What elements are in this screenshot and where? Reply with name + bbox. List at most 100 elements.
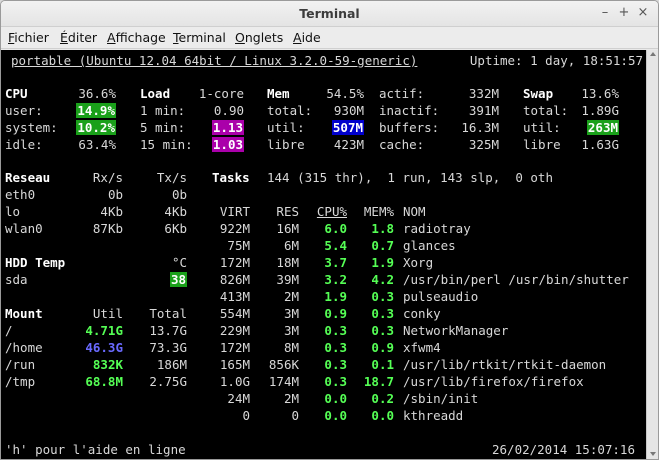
net-iface-name: eth0: [5, 187, 36, 202]
swap-total-value: 1.89G: [581, 103, 619, 118]
proc-mem: 18.7: [363, 374, 394, 389]
hdd-temp-unit: °C: [171, 255, 187, 270]
mem-total-value: 930M: [333, 103, 364, 118]
menu-editer[interactable]: Éditer: [60, 30, 97, 45]
proc-mem: 0.7: [371, 238, 394, 253]
cpu-idle-label: idle:: [5, 137, 43, 152]
cpu-total: 36.6%: [78, 86, 116, 101]
tasks-summary: 144 (315 thr), 1 run, 143 slp, 0 oth: [267, 170, 553, 185]
proc-name: /usr/bin/perl /usr/bin/shutter: [403, 272, 629, 287]
swap-util-label: util:: [523, 120, 561, 135]
proc-cpu: 1.9: [324, 289, 347, 304]
proc-mem: 1.8: [371, 221, 394, 236]
cpu-user-label: user:: [5, 103, 43, 118]
mem-percent: 54.5%: [326, 86, 364, 101]
proc-mem: 0.0: [371, 408, 394, 423]
proc-virt: 554M: [219, 306, 250, 321]
scroll-down-icon[interactable]: [650, 452, 656, 456]
mem-inactif-label: inactif:: [379, 103, 440, 118]
proc-name: /usr/lib/rtkit/rtkit-daemon: [403, 357, 607, 372]
net-iface-rx: 4Kb: [100, 204, 123, 219]
menu-bar: Fichier Éditer Affichage Terminal Onglet…: [1, 27, 658, 49]
load-15min-label: 15 min:: [140, 137, 193, 152]
cpu-label: CPU: [5, 86, 28, 101]
proc-mem: 0.3: [371, 306, 394, 321]
minimize-icon[interactable]: –: [597, 5, 613, 21]
menu-aide[interactable]: Aide: [293, 30, 321, 45]
mount-total: 2.75G: [149, 374, 187, 389]
maximize-icon[interactable]: +: [616, 5, 632, 21]
mount-total: 73.3G: [149, 340, 187, 355]
proc-header-virt: VIRT: [219, 204, 250, 219]
proc-virt: 24M: [227, 391, 250, 406]
proc-header-mem[interactable]: MEM%: [364, 204, 394, 220]
mount-util: 46.3G: [85, 340, 123, 355]
mount-total: 13.7G: [149, 323, 187, 338]
scroll-up-icon[interactable]: [650, 52, 656, 56]
menu-onglets[interactable]: Onglets: [235, 30, 283, 45]
menu-affichage[interactable]: Affichage: [107, 30, 166, 45]
proc-cpu: 0.3: [324, 357, 347, 372]
proc-cpu: 0.3: [324, 323, 347, 338]
proc-virt: 172M: [219, 340, 250, 355]
mem-libre-label: libre: [267, 137, 305, 152]
mount-total-header: Total: [149, 306, 187, 321]
cpu-idle-value: 63.4%: [78, 137, 116, 152]
proc-virt: 826M: [219, 272, 250, 287]
proc-mem: 1.9: [371, 255, 394, 270]
proc-cpu: 0.3: [324, 340, 347, 355]
menu-terminal[interactable]: Terminal: [173, 30, 226, 45]
proc-virt: 165M: [219, 357, 250, 372]
menu-fichier[interactable]: Fichier: [8, 30, 49, 45]
proc-cpu: 5.4: [324, 238, 347, 253]
proc-mem: 4.2: [371, 272, 394, 287]
proc-res: 18M: [276, 255, 299, 270]
mem-util-label: util:: [267, 120, 305, 135]
proc-virt: 413M: [219, 289, 250, 304]
swap-label: Swap: [523, 86, 554, 101]
proc-name: /sbin/init: [403, 391, 479, 406]
mem-actif-label: actif:: [379, 86, 425, 101]
network-rx-header: Rx/s: [92, 170, 123, 185]
proc-header-cpu[interactable]: CPU%: [317, 204, 347, 220]
hdd-temp-label: HDD Temp: [5, 255, 66, 270]
network-label: Reseau: [5, 170, 51, 185]
terminal-screen[interactable]: portable (Ubuntu 12.04 64bit / Linux 3.2…: [1, 50, 646, 459]
proc-name: /usr/lib/firefox/firefox: [403, 374, 584, 389]
swap-total-label: total:: [523, 103, 569, 118]
proc-cpu: 6.0: [324, 221, 347, 236]
swap-percent: 13.6%: [581, 86, 619, 101]
mount-path: /: [5, 323, 13, 338]
net-iface-name: lo: [5, 204, 21, 219]
mem-label: Mem: [267, 86, 290, 101]
net-iface-rx: 87Kb: [92, 221, 123, 236]
proc-virt: 922M: [219, 221, 250, 236]
mem-total-label: total:: [267, 103, 313, 118]
mount-path: /run: [5, 357, 36, 372]
proc-cpu: 0.0: [324, 408, 347, 423]
mount-util: 832K: [92, 357, 123, 372]
close-icon[interactable]: ×: [635, 5, 651, 21]
mount-util: 4.71G: [85, 323, 123, 338]
proc-cpu: 0.0: [324, 391, 347, 406]
proc-cpu: 3.2: [324, 272, 347, 287]
help-hint: 'h' pour l'aide en ligne: [5, 442, 186, 457]
proc-name: glances: [403, 238, 456, 253]
proc-name: xfwm4: [403, 340, 441, 355]
proc-res: 3M: [283, 323, 299, 338]
title-bar[interactable]: Terminal – + ×: [1, 1, 658, 27]
proc-name: pulseaudio: [403, 289, 479, 304]
proc-name: conky: [403, 306, 441, 321]
load-1min-value: 0.90: [213, 103, 244, 118]
proc-res: 2M: [283, 289, 299, 304]
terminal-scrollbar[interactable]: [646, 50, 658, 459]
proc-header-name[interactable]: NOM: [403, 204, 426, 220]
mem-cache-label: cache:: [379, 137, 425, 152]
mount-path: /home: [5, 340, 43, 355]
proc-res: 3M: [283, 306, 299, 321]
proc-res: 6M: [283, 238, 299, 253]
mount-total: 186M: [156, 357, 187, 372]
proc-name: NetworkManager: [403, 323, 509, 338]
proc-virt: 172M: [219, 255, 250, 270]
proc-virt: 0: [242, 408, 250, 423]
